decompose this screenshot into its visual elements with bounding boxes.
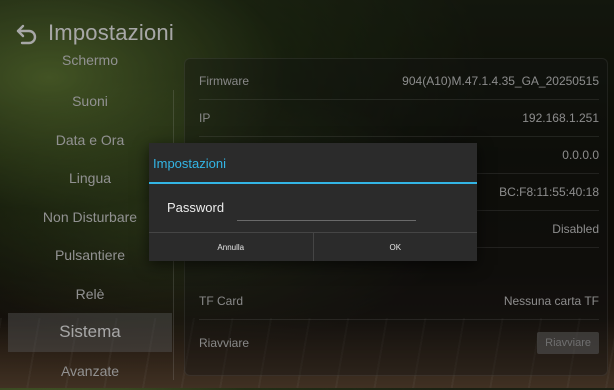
ok-button[interactable]: OK <box>313 233 478 261</box>
password-dialog: Impostazioni Password Annulla OK <box>149 143 477 261</box>
dialog-title-divider <box>149 182 477 184</box>
cancel-button[interactable]: Annulla <box>149 233 313 261</box>
password-input[interactable] <box>237 196 416 221</box>
dialog-title: Impostazioni <box>153 156 226 171</box>
dialog-button-bar: Annulla OK <box>149 232 477 261</box>
password-label: Password <box>167 200 224 215</box>
